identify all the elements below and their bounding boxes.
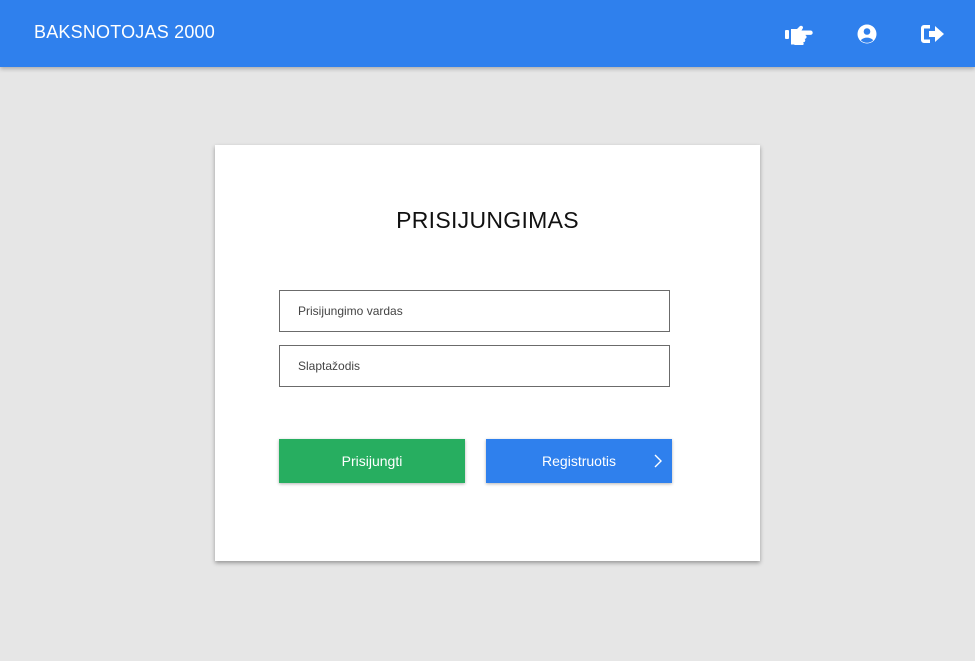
top-app-bar: BAKSNOTOJAS 2000 [0, 0, 975, 67]
login-button[interactable]: Prisijungti [279, 439, 465, 483]
login-title: PRISIJUNGIMAS [396, 207, 579, 233]
register-button-label: Registruotis [542, 453, 616, 469]
chevron-right-icon [654, 454, 662, 471]
pointing-hand-icon[interactable] [783, 18, 815, 50]
logout-icon[interactable] [917, 18, 949, 50]
app-title[interactable]: BAKSNOTOJAS 2000 [34, 22, 215, 43]
login-card: PRISIJUNGIMAS Prisijungti Registruotis [215, 145, 760, 561]
password-input[interactable] [279, 345, 670, 387]
username-input[interactable] [279, 290, 670, 332]
register-button[interactable]: Registruotis [486, 439, 672, 483]
user-circle-icon[interactable] [851, 18, 883, 50]
login-button-label: Prisijungti [341, 453, 403, 469]
